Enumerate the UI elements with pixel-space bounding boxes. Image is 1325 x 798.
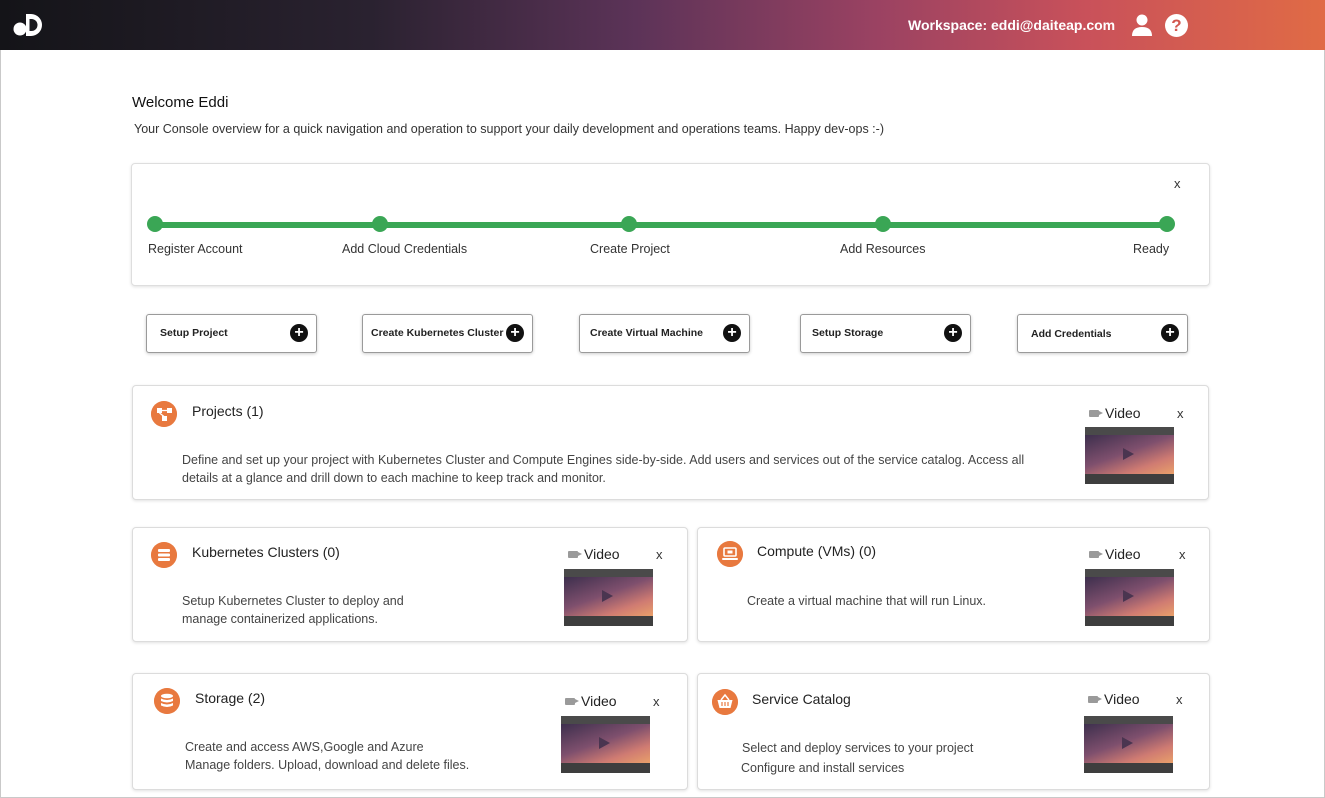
play-icon (1123, 448, 1134, 460)
cluster-stack-icon[interactable] (151, 542, 177, 568)
play-icon (599, 737, 610, 749)
projects-title[interactable]: Projects (1) (192, 403, 264, 419)
projects-video-thumbnail[interactable] (1085, 427, 1174, 484)
storage-title[interactable]: Storage (2) (195, 690, 265, 706)
create-kubernetes-cluster-button[interactable]: Create Kubernetes Cluster + (362, 314, 533, 353)
projects-video-link[interactable]: Video (1089, 405, 1141, 421)
kubernetes-title[interactable]: Kubernetes Clusters (0) (192, 544, 340, 560)
compute-card: Compute (VMs) (0) Create a virtual machi… (697, 527, 1210, 642)
daiteap-logo-icon[interactable] (12, 12, 46, 38)
video-thumbnail-bottom-bar (564, 616, 653, 626)
storage-description-line1: Create and access AWS,Google and Azure (185, 740, 424, 754)
kubernetes-video-thumbnail[interactable] (564, 569, 653, 626)
service-catalog-description-line1: Select and deploy services to your proje… (742, 741, 974, 755)
storage-card: Storage (2) Create and access AWS,Google… (132, 673, 688, 790)
top-bar: Workspace: eddi@daiteap.com ? (0, 0, 1325, 50)
compute-video-thumbnail[interactable] (1085, 569, 1174, 626)
service-catalog-close-button[interactable]: x (1176, 692, 1183, 707)
create-virtual-machine-button[interactable]: Create Virtual Machine + (579, 314, 750, 353)
service-catalog-card: Service Catalog Select and deploy servic… (697, 673, 1210, 790)
video-camera-icon (568, 551, 582, 558)
service-catalog-description-line2: Configure and install services (741, 761, 905, 775)
video-label: Video (584, 546, 620, 562)
video-thumbnail-top-bar (561, 716, 650, 724)
compute-video-link[interactable]: Video (1089, 546, 1141, 562)
help-icon[interactable]: ? (1165, 14, 1188, 37)
kubernetes-card: Kubernetes Clusters (0) Setup Kubernetes… (132, 527, 688, 642)
setup-project-label: Setup Project (160, 327, 228, 339)
plus-circle-icon: + (944, 324, 962, 342)
service-catalog-video-thumbnail[interactable] (1084, 716, 1173, 773)
video-label: Video (1104, 691, 1140, 707)
add-credentials-button[interactable]: Add Credentials + (1017, 314, 1188, 353)
add-credentials-label: Add Credentials (1031, 328, 1112, 340)
video-thumbnail-top-bar (564, 569, 653, 577)
storage-description-line2: Manage folders. Upload, download and del… (185, 758, 470, 772)
projects-description: Define and set up your project with Kube… (182, 453, 1025, 485)
play-icon (1122, 737, 1133, 749)
storage-video-thumbnail[interactable] (561, 716, 650, 773)
laptop-icon[interactable] (717, 541, 743, 567)
video-thumbnail-top-bar (1085, 427, 1174, 435)
projects-close-button[interactable]: x (1177, 406, 1184, 421)
workspace-label[interactable]: Workspace: eddi@daiteap.com (908, 17, 1115, 33)
step-dot-add-resources (875, 216, 891, 232)
video-label: Video (1105, 546, 1141, 562)
video-camera-icon (565, 698, 579, 705)
video-thumbnail-bottom-bar (1085, 616, 1174, 626)
video-thumbnail-bottom-bar (561, 763, 650, 773)
kubernetes-close-button[interactable]: x (656, 547, 663, 562)
onboarding-progress-card: x Register Account Add Cloud Credentials… (131, 163, 1210, 286)
video-camera-icon (1088, 696, 1102, 703)
video-camera-icon (1089, 551, 1103, 558)
compute-title[interactable]: Compute (VMs) (0) (757, 543, 876, 559)
step-dot-ready (1159, 216, 1175, 232)
kubernetes-video-link[interactable]: Video (568, 546, 620, 562)
video-label: Video (581, 693, 617, 709)
plus-circle-icon: + (290, 324, 308, 342)
welcome-subtitle: Your Console overview for a quick naviga… (134, 122, 884, 136)
welcome-title: Welcome Eddi (132, 94, 229, 111)
progress-track (155, 222, 1168, 228)
storage-video-link[interactable]: Video (565, 693, 617, 709)
plus-circle-icon: + (723, 324, 741, 342)
projects-card: Projects (1) Define and set up your proj… (132, 385, 1209, 500)
plus-circle-icon: + (506, 324, 524, 342)
step-label-ready: Ready (1133, 242, 1170, 256)
user-icon[interactable] (1131, 13, 1153, 37)
compute-close-button[interactable]: x (1179, 547, 1186, 562)
step-dot-register-account (147, 216, 163, 232)
service-catalog-video-link[interactable]: Video (1088, 691, 1140, 707)
step-label-add-cloud-credentials: Add Cloud Credentials (342, 242, 468, 256)
play-icon (1123, 590, 1134, 602)
step-dot-add-cloud-credentials (372, 216, 388, 232)
create-kubernetes-cluster-label: Create Kubernetes Cluster (371, 327, 504, 339)
compute-description: Create a virtual machine that will run L… (747, 594, 987, 608)
step-label-register-account: Register Account (148, 242, 243, 256)
video-thumbnail-top-bar (1085, 569, 1174, 577)
video-thumbnail-top-bar (1084, 716, 1173, 724)
kubernetes-description: Setup Kubernetes Cluster to deploy and m… (182, 594, 404, 626)
project-tree-icon[interactable] (151, 401, 177, 427)
step-label-add-resources: Add Resources (840, 242, 926, 256)
service-catalog-title[interactable]: Service Catalog (752, 691, 851, 707)
step-label-create-project: Create Project (590, 242, 670, 256)
step-dot-create-project (621, 216, 637, 232)
storage-close-button[interactable]: x (653, 694, 660, 709)
create-virtual-machine-label: Create Virtual Machine (590, 327, 704, 339)
video-camera-icon (1089, 410, 1103, 417)
database-icon[interactable] (154, 688, 180, 714)
plus-circle-icon: + (1161, 324, 1179, 342)
play-icon (602, 590, 613, 602)
setup-storage-button[interactable]: Setup Storage + (800, 314, 971, 353)
setup-project-button[interactable]: Setup Project + (146, 314, 317, 353)
setup-storage-label: Setup Storage (812, 327, 884, 339)
video-label: Video (1105, 405, 1141, 421)
close-progress-button[interactable]: x (1174, 176, 1181, 191)
basket-icon[interactable] (712, 689, 738, 715)
video-thumbnail-bottom-bar (1085, 474, 1174, 484)
video-thumbnail-bottom-bar (1084, 763, 1173, 773)
